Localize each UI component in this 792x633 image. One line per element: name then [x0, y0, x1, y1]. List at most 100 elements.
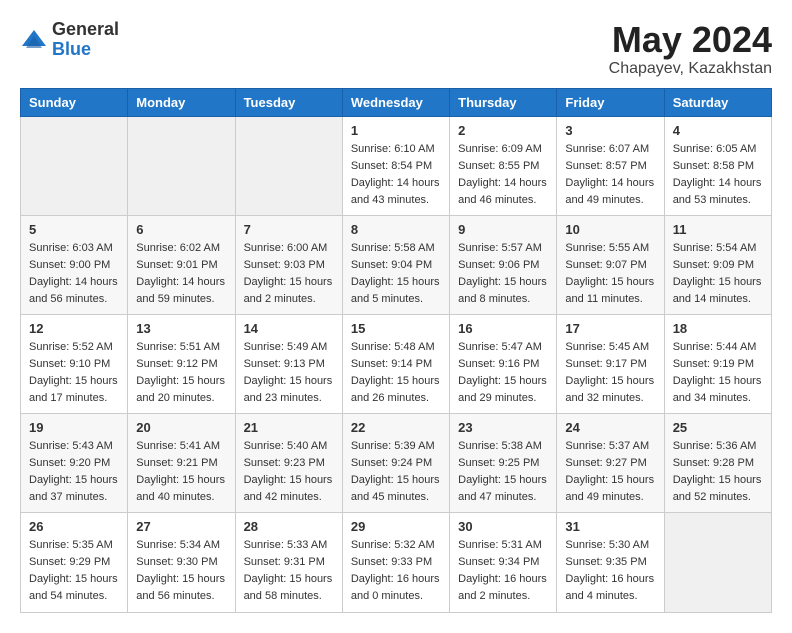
calendar-cell: 23Sunrise: 5:38 AMSunset: 9:25 PMDayligh… [450, 414, 557, 513]
day-info: Sunrise: 5:49 AMSunset: 9:13 PMDaylight:… [244, 339, 334, 407]
weekday-header-monday: Monday [128, 88, 235, 116]
weekday-header-tuesday: Tuesday [235, 88, 342, 116]
day-info: Sunrise: 5:40 AMSunset: 9:23 PMDaylight:… [244, 438, 334, 506]
day-number: 26 [29, 519, 119, 534]
logo-blue: Blue [52, 40, 119, 60]
day-info: Sunrise: 5:45 AMSunset: 9:17 PMDaylight:… [565, 339, 655, 407]
calendar-cell: 25Sunrise: 5:36 AMSunset: 9:28 PMDayligh… [664, 414, 771, 513]
day-number: 28 [244, 519, 334, 534]
calendar-cell: 26 Sunrise: 5:35 AMSunset: 9:29 PMDayligh… [21, 513, 128, 612]
day-info: Sunrise: 5:35 AMSunset: 9:29 PMDaylight:… [29, 537, 119, 605]
week-row-2: 5 Sunrise: 6:03 AMSunset: 9:00 PMDaylight… [21, 215, 772, 314]
calendar-cell: 7 Sunrise: 6:00 AMSunset: 9:03 PMDaylight… [235, 215, 342, 314]
day-info: Sunrise: 5:32 AMSunset: 9:33 PMDaylight:… [351, 537, 441, 605]
calendar-cell: 2 Sunrise: 6:09 AMSunset: 8:55 PMDaylight… [450, 116, 557, 215]
calendar-cell: 16 Sunrise: 5:47 AMSunset: 9:16 PMDayligh… [450, 314, 557, 413]
day-number: 4 [673, 123, 763, 138]
calendar-cell: 15 Sunrise: 5:48 AMSunset: 9:14 PMDayligh… [342, 314, 449, 413]
day-info: Sunrise: 5:44 AMSunset: 9:19 PMDaylight:… [673, 339, 763, 407]
day-info: Sunrise: 5:58 AMSunset: 9:04 PMDaylight:… [351, 240, 441, 308]
day-info: Sunrise: 5:41 AMSunset: 9:21 PMDaylight:… [136, 438, 226, 506]
calendar-cell: 27Sunrise: 5:34 AMSunset: 9:30 PMDayligh… [128, 513, 235, 612]
day-number: 11 [673, 222, 763, 237]
day-number: 19 [29, 420, 119, 435]
day-info: Sunrise: 5:54 AMSunset: 9:09 PMDaylight:… [673, 240, 763, 308]
weekday-header-saturday: Saturday [664, 88, 771, 116]
day-info: Sunrise: 5:51 AMSunset: 9:12 PMDaylight:… [136, 339, 226, 407]
weekday-header-wednesday: Wednesday [342, 88, 449, 116]
day-number: 30 [458, 519, 548, 534]
day-number: 27 [136, 519, 226, 534]
calendar-cell: 17 Sunrise: 5:45 AMSunset: 9:17 PMDayligh… [557, 314, 664, 413]
calendar-cell: 21 Sunrise: 5:40 AMSunset: 9:23 PMDayligh… [235, 414, 342, 513]
day-number: 29 [351, 519, 441, 534]
day-info: Sunrise: 5:47 AMSunset: 9:16 PMDaylight:… [458, 339, 548, 407]
calendar-cell: 5 Sunrise: 6:03 AMSunset: 9:00 PMDaylight… [21, 215, 128, 314]
day-info: Sunrise: 6:03 AMSunset: 9:00 PMDaylight:… [29, 240, 119, 308]
day-number: 17 [565, 321, 655, 336]
day-info: Sunrise: 5:52 AMSunset: 9:10 PMDaylight:… [29, 339, 119, 407]
title-block: May 2024 Chapayev, Kazakhstan [609, 20, 772, 78]
day-number: 24 [565, 420, 655, 435]
day-info: Sunrise: 5:30 AMSunset: 9:35 PMDaylight:… [565, 537, 655, 605]
calendar-cell: 14 Sunrise: 5:49 AMSunset: 9:13 PMDayligh… [235, 314, 342, 413]
page-header: General Blue May 2024 Chapayev, Kazakhst… [20, 20, 772, 78]
calendar-cell: 13 Sunrise: 5:51 AMSunset: 9:12 PMDayligh… [128, 314, 235, 413]
weekday-header-friday: Friday [557, 88, 664, 116]
calendar-cell: 8Sunrise: 5:58 AMSunset: 9:04 PMDaylight… [342, 215, 449, 314]
day-info: Sunrise: 5:43 AMSunset: 9:20 PMDaylight:… [29, 438, 119, 506]
calendar-cell: 28 Sunrise: 5:33 AMSunset: 9:31 PMDayligh… [235, 513, 342, 612]
month-title: May 2024 [609, 20, 772, 60]
day-number: 18 [673, 321, 763, 336]
day-info: Sunrise: 5:33 AMSunset: 9:31 PMDaylight:… [244, 537, 334, 605]
day-number: 25 [673, 420, 763, 435]
day-info: Sunrise: 6:00 AMSunset: 9:03 PMDaylight:… [244, 240, 334, 308]
day-info: Sunrise: 5:48 AMSunset: 9:14 PMDaylight:… [351, 339, 441, 407]
calendar-cell [21, 116, 128, 215]
calendar-cell [235, 116, 342, 215]
day-number: 21 [244, 420, 334, 435]
week-row-1: 1 Sunrise: 6:10 AMSunset: 8:54 PMDaylight… [21, 116, 772, 215]
day-info: Sunrise: 6:05 AMSunset: 8:58 PMDaylight:… [673, 141, 763, 209]
calendar-cell: 30Sunrise: 5:31 AMSunset: 9:34 PMDayligh… [450, 513, 557, 612]
day-info: Sunrise: 6:09 AMSunset: 8:55 PMDaylight:… [458, 141, 548, 209]
day-number: 14 [244, 321, 334, 336]
day-number: 22 [351, 420, 441, 435]
week-row-4: 19 Sunrise: 5:43 AMSunset: 9:20 PMDayligh… [21, 414, 772, 513]
day-number: 16 [458, 321, 548, 336]
day-info: Sunrise: 5:55 AMSunset: 9:07 PMDaylight:… [565, 240, 655, 308]
day-number: 2 [458, 123, 548, 138]
week-row-5: 26 Sunrise: 5:35 AMSunset: 9:29 PMDayligh… [21, 513, 772, 612]
day-number: 6 [136, 222, 226, 237]
day-info: Sunrise: 6:02 AMSunset: 9:01 PMDaylight:… [136, 240, 226, 308]
weekday-header-row: SundayMondayTuesdayWednesdayThursdayFrid… [21, 88, 772, 116]
day-number: 5 [29, 222, 119, 237]
logo-general: General [52, 20, 119, 40]
calendar-cell [664, 513, 771, 612]
day-number: 20 [136, 420, 226, 435]
calendar-cell: 9 Sunrise: 5:57 AMSunset: 9:06 PMDaylight… [450, 215, 557, 314]
day-number: 7 [244, 222, 334, 237]
calendar-cell: 20 Sunrise: 5:41 AMSunset: 9:21 PMDayligh… [128, 414, 235, 513]
day-number: 15 [351, 321, 441, 336]
weekday-header-thursday: Thursday [450, 88, 557, 116]
day-number: 13 [136, 321, 226, 336]
calendar-cell: 11 Sunrise: 5:54 AMSunset: 9:09 PMDayligh… [664, 215, 771, 314]
day-info: Sunrise: 5:39 AMSunset: 9:24 PMDaylight:… [351, 438, 441, 506]
location: Chapayev, Kazakhstan [609, 60, 772, 78]
calendar-cell: 3Sunrise: 6:07 AMSunset: 8:57 PMDaylight… [557, 116, 664, 215]
week-row-3: 12Sunrise: 5:52 AMSunset: 9:10 PMDayligh… [21, 314, 772, 413]
day-number: 1 [351, 123, 441, 138]
day-number: 9 [458, 222, 548, 237]
day-info: Sunrise: 5:38 AMSunset: 9:25 PMDaylight:… [458, 438, 548, 506]
calendar-cell: 24Sunrise: 5:37 AMSunset: 9:27 PMDayligh… [557, 414, 664, 513]
calendar-cell: 31 Sunrise: 5:30 AMSunset: 9:35 PMDayligh… [557, 513, 664, 612]
day-number: 31 [565, 519, 655, 534]
logo: General Blue [20, 20, 119, 60]
calendar-cell: 29 Sunrise: 5:32 AMSunset: 9:33 PMDayligh… [342, 513, 449, 612]
day-number: 3 [565, 123, 655, 138]
day-info: Sunrise: 5:57 AMSunset: 9:06 PMDaylight:… [458, 240, 548, 308]
day-info: Sunrise: 6:10 AMSunset: 8:54 PMDaylight:… [351, 141, 441, 209]
calendar-table: SundayMondayTuesdayWednesdayThursdayFrid… [20, 88, 772, 613]
calendar-cell: 18 Sunrise: 5:44 AMSunset: 9:19 PMDayligh… [664, 314, 771, 413]
